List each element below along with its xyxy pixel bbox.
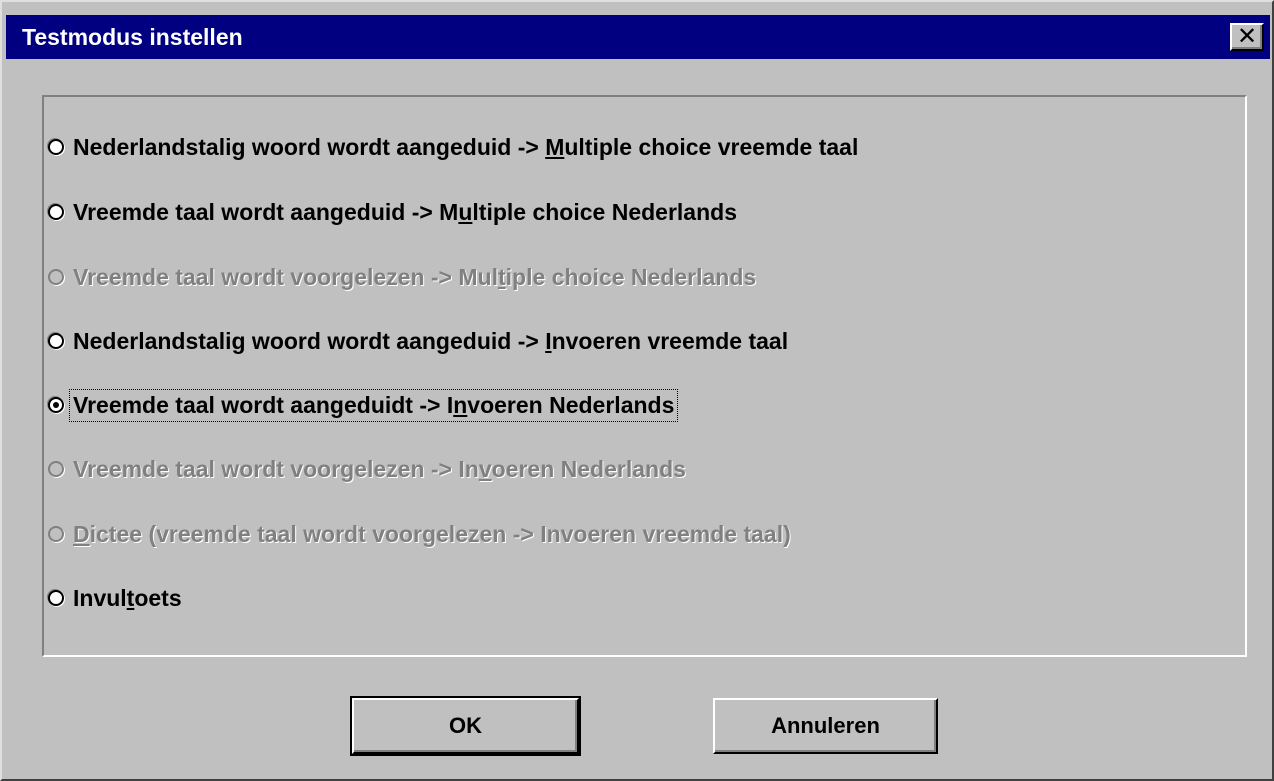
radio-icon[interactable] [48,269,64,285]
option-foreign-to-input-nl[interactable]: Vreemde taal wordt aangeduidt -> Invoere… [48,388,679,422]
option-label: Dictee (vreemde taal wordt voorgelezen -… [73,520,791,547]
radio-icon[interactable] [48,204,64,220]
dialog-window: Testmodus instellen ✕ Nederlandstalig wo… [0,0,1274,781]
ok-button[interactable]: OK [350,696,581,756]
option-label: Vreemde taal wordt voorgelezen -> Invoer… [73,455,686,482]
radio-icon[interactable] [48,139,64,155]
option-label: Invultoets [73,584,182,611]
radio-icon[interactable] [48,333,64,349]
close-button[interactable]: ✕ [1230,23,1264,51]
title-bar[interactable]: Testmodus instellen ✕ [6,15,1270,59]
option-spoken-to-mc-nl[interactable]: Vreemde taal wordt voorgelezen -> Multip… [48,260,759,294]
test-mode-group [42,95,1247,657]
option-label: Vreemde taal wordt aangeduid -> Multiple… [73,198,737,225]
option-foreign-to-mc-nl[interactable]: Vreemde taal wordt aangeduid -> Multiple… [48,195,740,229]
option-label: Vreemde taal wordt aangeduidt -> Invoere… [68,388,679,422]
cancel-button[interactable]: Annuleren [713,698,938,754]
option-label: Nederlandstalig woord wordt aangeduid ->… [73,327,789,354]
option-fill-in-test[interactable]: Invultoets [48,581,185,615]
close-icon: ✕ [1236,23,1258,50]
option-nl-to-input-foreign[interactable]: Nederlandstalig woord wordt aangeduid ->… [48,324,791,358]
option-label: Nederlandstalig woord wordt aangeduid ->… [73,133,859,160]
option-label: Vreemde taal wordt voorgelezen -> Multip… [73,263,757,290]
radio-icon[interactable] [48,590,64,606]
radio-icon[interactable] [48,397,64,413]
option-spoken-to-input-nl[interactable]: Vreemde taal wordt voorgelezen -> Invoer… [48,452,689,486]
option-nl-to-mc-foreign[interactable]: Nederlandstalig woord wordt aangeduid ->… [48,130,861,164]
radio-icon[interactable] [48,526,64,542]
radio-icon[interactable] [48,461,64,477]
option-dictation[interactable]: Dictee (vreemde taal wordt voorgelezen -… [48,517,794,551]
window-title: Testmodus instellen [22,24,243,50]
